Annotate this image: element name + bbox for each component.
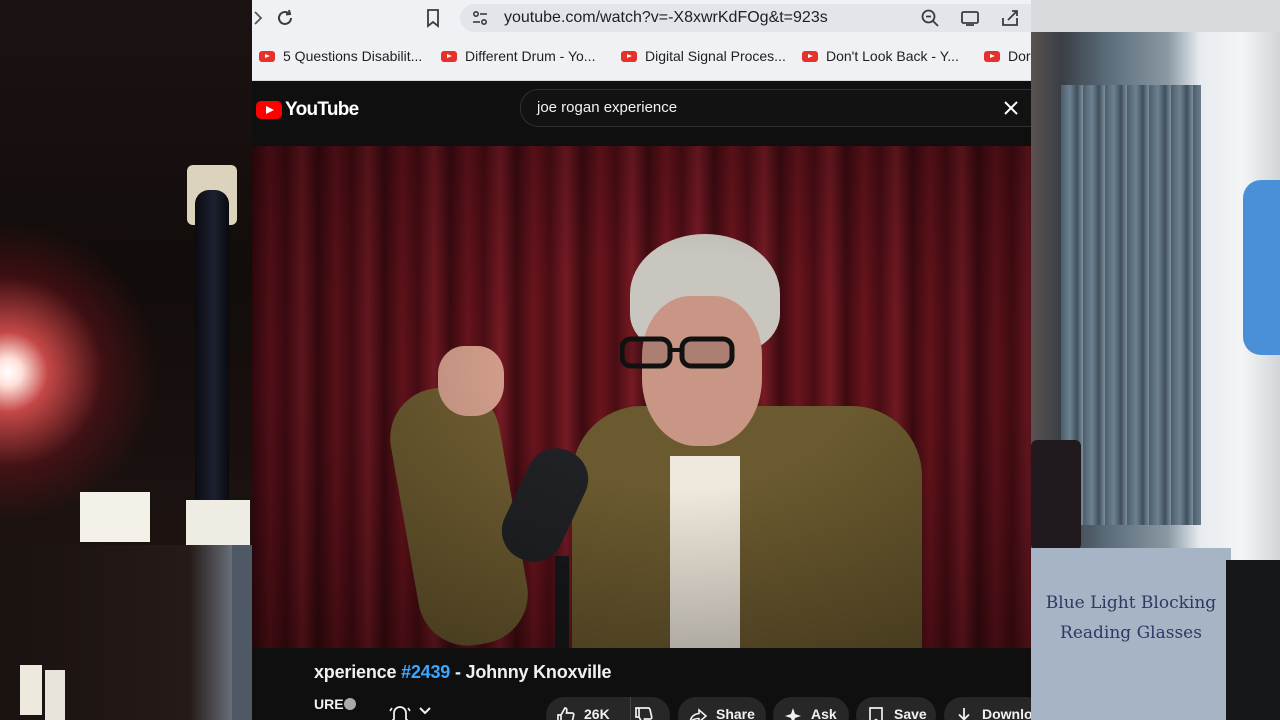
search-input[interactable]: joe rogan experience [520,89,1031,127]
bookmark-item[interactable]: 5 Questions Disabilit... [259,48,422,64]
verified-icon [344,698,356,710]
share-button[interactable]: Share [678,697,766,720]
sparkle-icon [783,706,803,720]
like-count: 26K [584,706,610,720]
thumbs-up-icon [556,706,576,720]
ceiling [1031,0,1280,32]
webcam-right-region: Blue Light Blocking Reading Glasses [1031,0,1280,720]
curtain [1061,85,1201,525]
bookmark-item[interactable]: Don't Look Back - Y... [802,48,959,64]
download-label: Downlo [982,706,1031,720]
youtube-favicon-icon [984,50,1000,62]
bell-icon [389,703,411,720]
episode-hashtag-link[interactable]: #2439 [401,662,450,682]
youtube-header: YouTube joe rogan experience [252,81,1031,138]
youtube-favicon-icon [621,50,637,62]
save-bookmark-icon [866,706,886,720]
ask-label: Ask [811,706,837,720]
zoom-icon[interactable] [918,6,942,30]
address-bar[interactable]: youtube.com/watch?v=-X8xwrKdFOg&t=923s [460,4,1031,32]
pip-bottle [20,665,42,715]
save-label: Save [894,706,927,720]
bookmark-label: 5 Questions Disabilit... [283,48,423,64]
bottle-label [80,492,150,542]
video-vignette [252,146,1031,648]
browser-window: youtube.com/watch?v=-X8xwrKdFOg&t=923s 5… [252,0,1031,720]
chevron-down-icon [417,703,437,720]
notifications-button[interactable] [387,697,447,720]
video-title-suffix: - Johnny Knoxville [454,662,612,682]
bottle-label [186,500,250,545]
like-button[interactable]: 26K [546,697,640,720]
webcam-left-region [0,0,252,545]
search-query[interactable]: joe rogan experience [537,99,677,116]
video-player[interactable] [252,146,1031,648]
youtube-wordmark: YouTube [285,99,359,120]
download-button[interactable]: Downlo [944,697,1031,720]
wine-bottle [195,190,229,520]
chevron-right-icon[interactable] [252,6,270,30]
bookmark-label: Don't Look Back - Y... [826,48,959,64]
youtube-favicon-icon [259,50,275,62]
bookmark-label: Digital Signal Proces... [645,48,786,64]
product-box-text-line: Reading Glasses [1060,623,1202,643]
youtube-favicon-icon [441,50,457,62]
address-url[interactable]: youtube.com/watch?v=-X8xwrKdFOg&t=923s [504,9,828,27]
video-title-prefix: xperience [314,662,397,682]
download-icon [954,706,974,720]
share-arrow-icon [688,706,708,720]
browser-toolbar: youtube.com/watch?v=-X8xwrKdFOg&t=923s [252,0,1031,36]
guitar [1243,180,1280,355]
pip-bottle [45,670,65,720]
product-box-text: Blue Light Blocking Reading Glasses [1031,588,1231,648]
dislike-button[interactable] [630,697,670,720]
bookmark-item[interactable]: Dor [984,48,1031,64]
share-label: Share [716,706,755,720]
bookmark-label: Different Drum - Yo... [465,48,596,64]
chair [1031,440,1081,550]
youtube-play-logo-icon [256,101,282,119]
thumbs-down-icon [634,706,654,720]
channel-name[interactable]: URE [314,696,344,712]
site-settings-icon[interactable] [468,6,492,30]
video-title: xperience #2439 - Johnny Knoxville [314,662,612,683]
install-app-icon[interactable] [958,6,982,30]
bookmark-icon[interactable] [421,6,445,30]
youtube-favicon-icon [802,50,818,62]
bookmark-item[interactable]: Digital Signal Proces... [621,48,786,64]
youtube-logo[interactable]: YouTube [256,99,359,121]
bookmark-label: Dor [1008,48,1031,64]
bookmarks-bar: 5 Questions Disabilit... Different Drum … [252,36,1031,81]
reload-icon[interactable] [273,6,297,30]
ask-button[interactable]: Ask [773,697,849,720]
clear-search-icon[interactable] [999,96,1023,120]
share-page-icon[interactable] [998,6,1022,30]
bookmark-item[interactable]: Different Drum - Yo... [441,48,595,64]
product-box-text-line: Blue Light Blocking [1045,593,1217,613]
dark-bag [1226,560,1280,720]
save-button[interactable]: Save [856,697,936,720]
